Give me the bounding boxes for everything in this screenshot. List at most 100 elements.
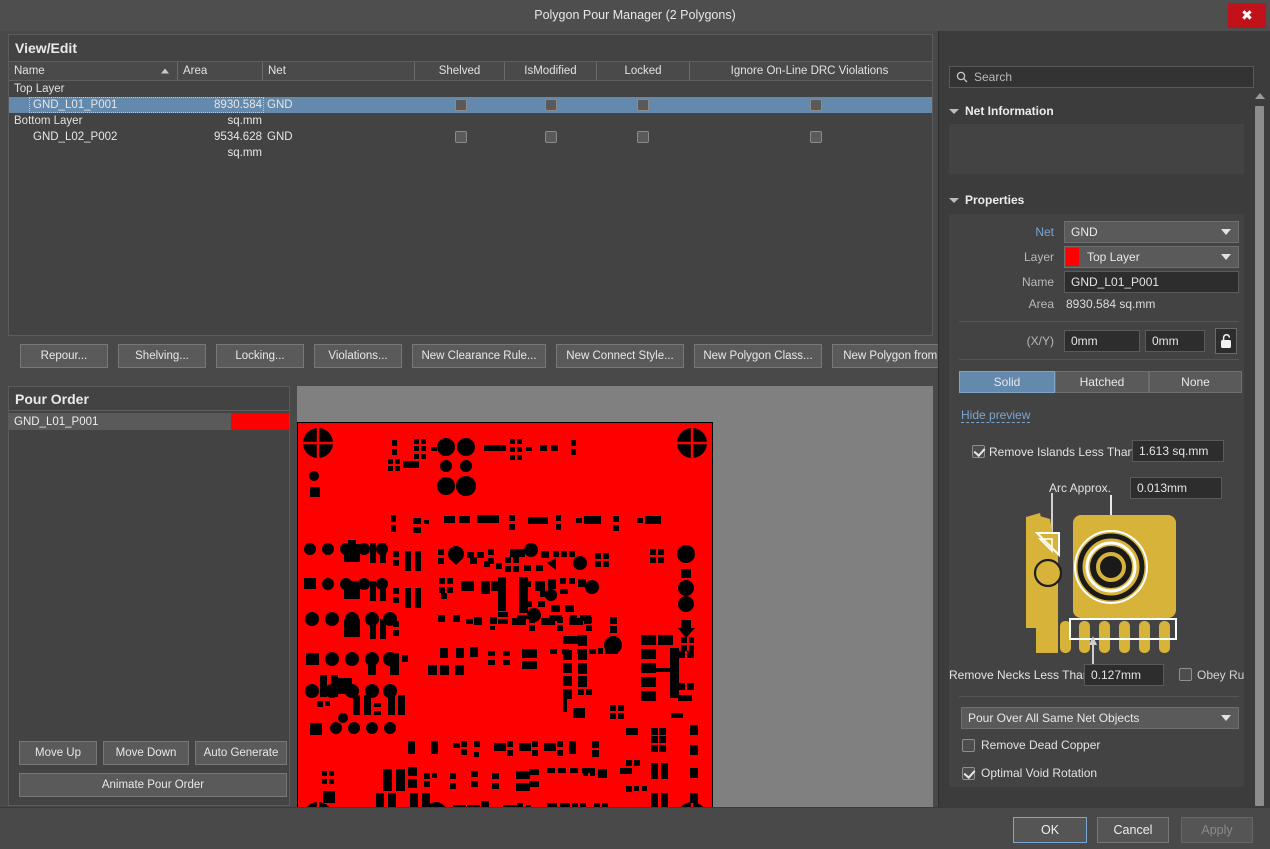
move-down-button[interactable]: Move Down: [103, 741, 189, 765]
optimal-void-rotation-checkbox[interactable]: [962, 767, 975, 780]
auto-generate-button[interactable]: Auto Generate: [195, 741, 287, 765]
close-icon[interactable]: ✖: [1228, 3, 1266, 28]
fill-mode-solid[interactable]: Solid: [959, 371, 1055, 393]
shelving-button[interactable]: Shelving...: [118, 344, 206, 368]
properties-scrollbar[interactable]: [1254, 93, 1265, 821]
repour-button[interactable]: Repour...: [20, 344, 108, 368]
grid-group-header[interactable]: Top Layer: [9, 81, 932, 97]
optimal-void-rotation-label: Optimal Void Rotation: [981, 766, 1098, 780]
remove-necks-field[interactable]: 0.127mm: [1084, 664, 1164, 686]
title-bar: Polygon Pour Manager (2 Polygons) ✖: [0, 0, 1270, 31]
y-value: 0mm: [1152, 334, 1179, 348]
column-header-area[interactable]: Area: [177, 62, 262, 80]
list-item[interactable]: GND_L01_P001: [9, 413, 289, 430]
column-header-shelved[interactable]: Shelved: [414, 62, 504, 80]
properties-section-header[interactable]: Properties: [949, 193, 1024, 207]
scrollbar-thumb[interactable]: [1255, 106, 1264, 806]
column-header-locked[interactable]: Locked: [596, 62, 689, 80]
column-header-ismodified[interactable]: IsModified: [504, 62, 596, 80]
remove-islands-checkbox[interactable]: [972, 445, 985, 458]
column-label: Name: [14, 65, 45, 77]
cell-net: GND: [267, 131, 293, 143]
apply-button[interactable]: Apply: [1181, 817, 1253, 843]
remove-necks-value: 0.127mm: [1091, 668, 1142, 682]
search-box[interactable]: [949, 66, 1254, 88]
chevron-down-icon: [1221, 715, 1231, 721]
hide-preview-link[interactable]: Hide preview: [961, 408, 1031, 423]
name-label: Name: [1021, 275, 1054, 289]
chevron-down-icon: [1221, 254, 1231, 260]
checkbox-shelved[interactable]: [455, 99, 467, 111]
checkbox-ismodified[interactable]: [545, 99, 557, 111]
obey-rules-label: Obey Ru: [1197, 668, 1245, 682]
net-label: Net: [1035, 225, 1054, 239]
column-header-net[interactable]: Net: [262, 62, 414, 80]
layer-dropdown-value: Top Layer: [1087, 250, 1140, 264]
new-clearance-rule-button[interactable]: New Clearance Rule...: [412, 344, 546, 368]
ok-button[interactable]: OK: [1013, 817, 1087, 843]
net-dropdown[interactable]: GND: [1064, 221, 1239, 243]
pour-order-item-label: GND_L01_P001: [14, 415, 99, 428]
unlock-icon[interactable]: [1215, 328, 1237, 354]
properties-pane: Net Information Name Class Net GND N/A P…: [938, 31, 1270, 849]
table-row[interactable]: GND_L02_P002 9534.628 sq.mm GND: [9, 129, 932, 159]
pour-order-list: GND_L01_P001: [9, 411, 289, 741]
new-connect-style-button[interactable]: New Connect Style...: [556, 344, 684, 368]
collapse-triangle-icon: [949, 108, 959, 114]
polygon-pour-manager-window: Polygon Pour Manager (2 Polygons) ✖ View…: [0, 0, 1270, 849]
remove-dead-copper-checkbox[interactable]: [962, 739, 975, 752]
checkbox-ignore-drc[interactable]: [810, 131, 822, 143]
xy-label: (X/Y): [1026, 334, 1054, 348]
obey-rules-checkbox[interactable]: [1179, 668, 1192, 681]
y-coordinate-field[interactable]: 0mm: [1145, 330, 1205, 352]
grid-group-header[interactable]: Bottom Layer: [9, 113, 932, 129]
pcb-polygon-render: [297, 422, 713, 838]
remove-dead-copper-label: Remove Dead Copper: [981, 738, 1101, 752]
name-field-value: GND_L01_P001: [1071, 275, 1160, 289]
collapse-triangle-icon: [949, 197, 959, 203]
cell-area: 9534.628 sq.mm: [214, 131, 262, 159]
divider: [959, 696, 1239, 697]
locking-button[interactable]: Locking...: [216, 344, 304, 368]
chevron-down-icon: [1221, 229, 1231, 235]
layer-label: Layer: [1023, 250, 1054, 264]
polygon-preview-canvas[interactable]: [297, 386, 933, 838]
search-input[interactable]: [974, 70, 1224, 84]
divider: [959, 321, 1239, 322]
layer-dropdown[interactable]: Top Layer: [1064, 246, 1239, 268]
checkbox-locked[interactable]: [637, 99, 649, 111]
scroll-up-arrow-icon[interactable]: [1255, 93, 1265, 99]
pour-over-dropdown[interactable]: Pour Over All Same Net Objects: [961, 707, 1239, 729]
move-up-button[interactable]: Move Up: [19, 741, 97, 765]
area-label: Area: [1028, 297, 1054, 311]
x-coordinate-field[interactable]: 0mm: [1064, 330, 1140, 352]
name-field[interactable]: GND_L01_P001: [1064, 271, 1239, 293]
fill-mode-none[interactable]: None: [1149, 371, 1242, 393]
violations-button[interactable]: Violations...: [314, 344, 402, 368]
view-edit-panel: View/Edit Name Area Net Shelved IsModifi…: [8, 34, 933, 336]
window-body: View/Edit Name Area Net Shelved IsModifi…: [0, 31, 1270, 849]
net-information-box: [949, 124, 1244, 174]
net-information-section-header[interactable]: Net Information: [949, 104, 1054, 118]
column-label: Locked: [624, 65, 662, 77]
table-row[interactable]: GND_L01_P001 8930.584 sq.mm GND: [9, 97, 932, 127]
fill-mode-hatched[interactable]: Hatched: [1055, 371, 1149, 393]
action-button-row: Repour... Shelving... Locking... Violati…: [8, 344, 958, 368]
pour-order-buttons: Move Up Move Down Auto Generate Animate …: [9, 741, 289, 801]
checkbox-locked[interactable]: [637, 131, 649, 143]
column-header-ignore-drc[interactable]: Ignore On-Line DRC Violations: [689, 62, 929, 80]
checkbox-shelved[interactable]: [455, 131, 467, 143]
grid-body: Top Layer GND_L01_P001 8930.584 sq.mm GN…: [9, 81, 932, 159]
column-label: Net: [268, 65, 286, 77]
cancel-button[interactable]: Cancel: [1097, 817, 1169, 843]
divider: [959, 359, 1239, 360]
animate-pour-order-button[interactable]: Animate Pour Order: [19, 773, 287, 797]
column-header-name[interactable]: Name: [9, 62, 177, 80]
remove-islands-field[interactable]: 1.613 sq.mm: [1132, 440, 1224, 462]
layer-color-swatch: [231, 413, 289, 430]
remove-islands-label: Remove Islands Less Than: [989, 445, 1135, 459]
section-label: Net Information: [965, 104, 1054, 118]
checkbox-ismodified[interactable]: [545, 131, 557, 143]
checkbox-ignore-drc[interactable]: [810, 99, 822, 111]
new-polygon-class-button[interactable]: New Polygon Class...: [694, 344, 822, 368]
